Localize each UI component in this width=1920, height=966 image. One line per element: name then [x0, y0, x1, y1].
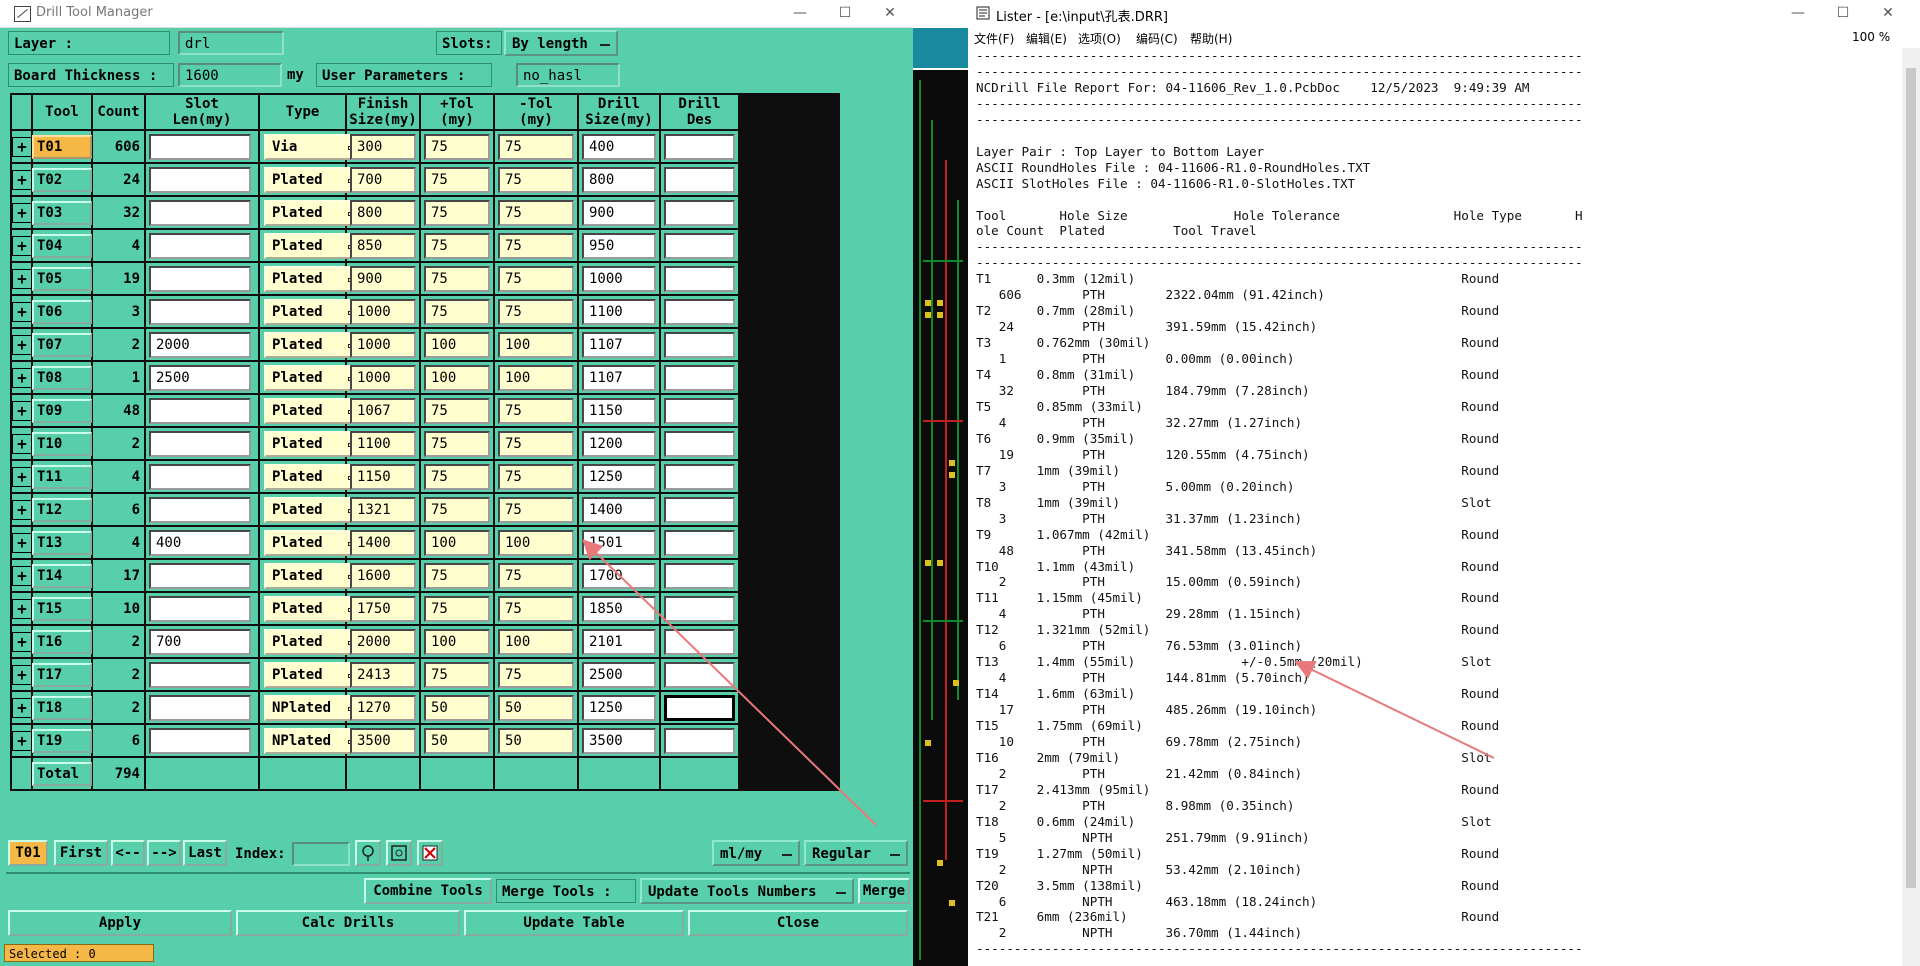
annotation-arrows — [582, 539, 1495, 826]
annotation-arrow-left — [582, 539, 877, 826]
annotation-arrow-right — [1294, 660, 1495, 759]
